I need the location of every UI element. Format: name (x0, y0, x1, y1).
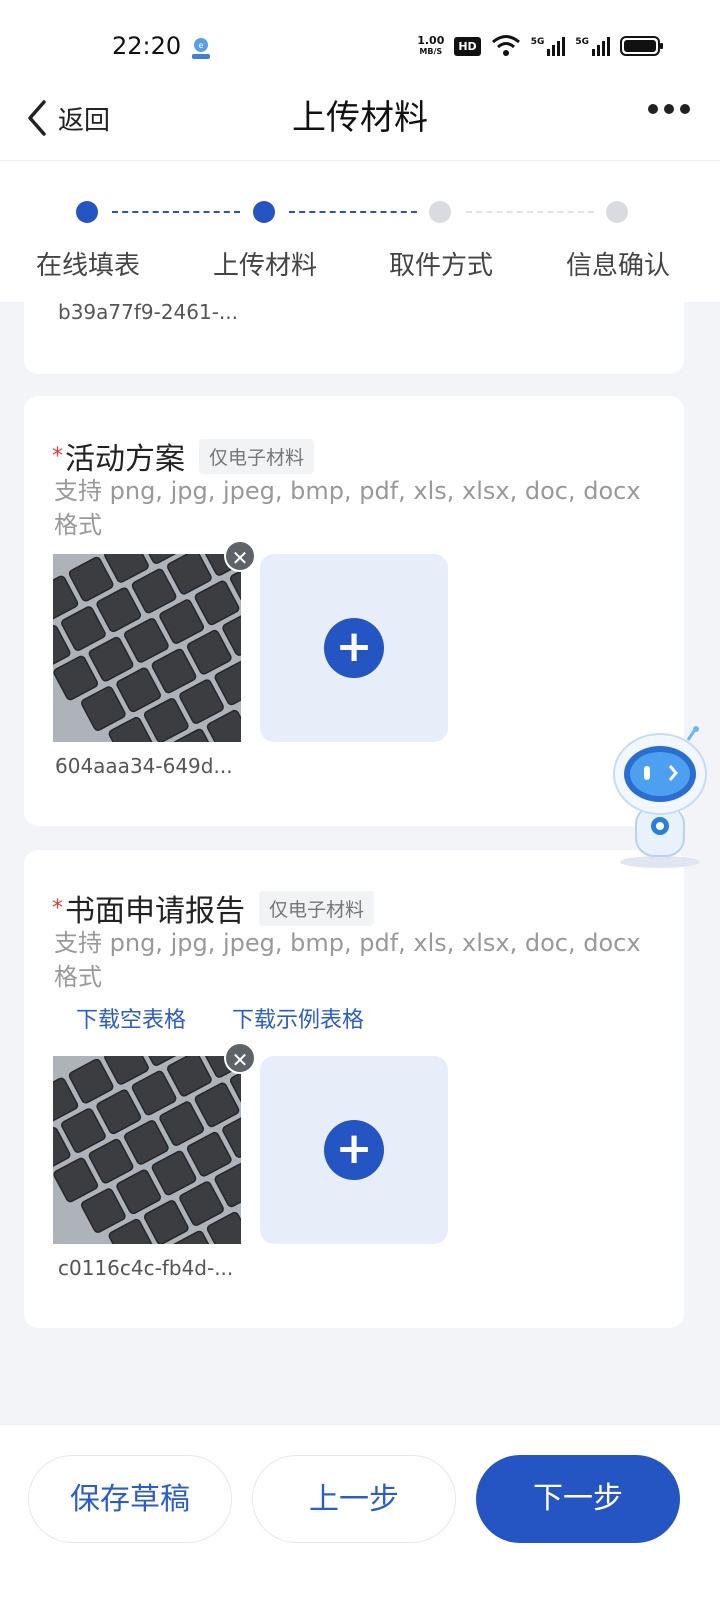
step-line-1 (112, 211, 240, 213)
uploaded-image-thumbnail[interactable] (53, 1056, 241, 1244)
bottom-action-bar: 保存草稿 上一步 下一步 (0, 1424, 720, 1600)
required-mark: * (52, 443, 63, 469)
previous-step-button[interactable]: 上一步 (252, 1455, 456, 1543)
svg-text:e: e (199, 41, 204, 50)
material-card-activity-plan: * 活动方案 仅电子材料 支持 png, jpg, jpeg, bmp, pdf… (24, 396, 684, 826)
step-label-pickup: 取件方式 (388, 251, 493, 281)
signal-icon-sim1: 5G (531, 36, 566, 56)
wifi-icon (491, 35, 520, 56)
card-title-row: * 书面申请报告 仅电子材料 (52, 886, 375, 930)
status-time: 22:20 (112, 32, 182, 60)
material-card-written-report: * 书面申请报告 仅电子材料 支持 png, jpg, jpeg, bmp, p… (24, 850, 684, 1328)
file-name: 604aaa34-649d... (55, 754, 233, 778)
step-dot-1 (76, 201, 98, 223)
plus-icon: + (324, 1120, 384, 1180)
status-bar: 22:20 e 1.00 MB/S HD 5G 5G (0, 0, 720, 96)
card-title: 书面申请报告 (65, 894, 245, 929)
assistant-robot-icon[interactable] (608, 726, 712, 872)
material-card-previous: b39a77f9-2461-... (24, 288, 684, 374)
format-hint: 支持 png, jpg, jpeg, bmp, pdf, xls, xlsx, … (54, 477, 641, 539)
step-dot-4 (606, 201, 628, 223)
file-name: b39a77f9-2461-... (58, 300, 239, 324)
download-links: 下载空表格 下载示例表格 (76, 1002, 364, 1034)
page-title: 上传材料 (292, 98, 428, 138)
save-draft-button[interactable]: 保存草稿 (28, 1455, 232, 1543)
remove-file-icon[interactable]: ✕ (224, 1042, 256, 1074)
keyboard-photo (53, 1056, 241, 1244)
battery-icon (620, 36, 663, 56)
step-dot-2 (253, 201, 275, 223)
format-hint: 支持 png, jpg, jpeg, bmp, pdf, xls, xlsx, … (54, 929, 641, 991)
step-dot-3 (429, 201, 451, 223)
nav-bar: 返回 上传材料 (0, 96, 720, 160)
uploaded-image-thumbnail[interactable] (53, 554, 241, 742)
more-options-icon[interactable] (648, 104, 690, 114)
remove-file-icon[interactable]: ✕ (224, 540, 256, 572)
card-title-row: * 活动方案 仅电子材料 (52, 434, 315, 478)
app-notification-icon: e (192, 38, 210, 59)
step-label-upload: 上传材料 (212, 251, 317, 281)
plus-icon: + (324, 618, 384, 678)
keyboard-photo (53, 554, 241, 742)
step-line-3 (466, 211, 594, 213)
download-example-form-link[interactable]: 下载示例表格 (232, 1002, 364, 1034)
file-name: c0116c4c-fb4d-... (58, 1256, 234, 1280)
required-mark: * (52, 895, 63, 921)
signal-icon-sim2: 5G (575, 36, 610, 56)
electronic-only-tag: 仅电子材料 (199, 438, 315, 474)
hd-icon: HD (454, 36, 481, 56)
download-blank-form-link[interactable]: 下载空表格 (76, 1002, 186, 1034)
step-label-fill-form: 在线填表 (35, 251, 140, 281)
add-file-button[interactable]: + (260, 1056, 448, 1244)
next-step-button[interactable]: 下一步 (476, 1455, 680, 1543)
step-indicator: 在线填表 上传材料 取件方式 信息确认 (0, 160, 720, 302)
electronic-only-tag: 仅电子材料 (259, 890, 375, 926)
card-title: 活动方案 (65, 442, 185, 477)
add-file-button[interactable]: + (260, 554, 448, 742)
net-speed: 1.00 MB/S (417, 34, 445, 56)
step-line-2 (289, 211, 417, 213)
status-icons: 1.00 MB/S HD 5G 5G (417, 34, 664, 58)
step-label-confirm: 信息确认 (565, 251, 670, 281)
